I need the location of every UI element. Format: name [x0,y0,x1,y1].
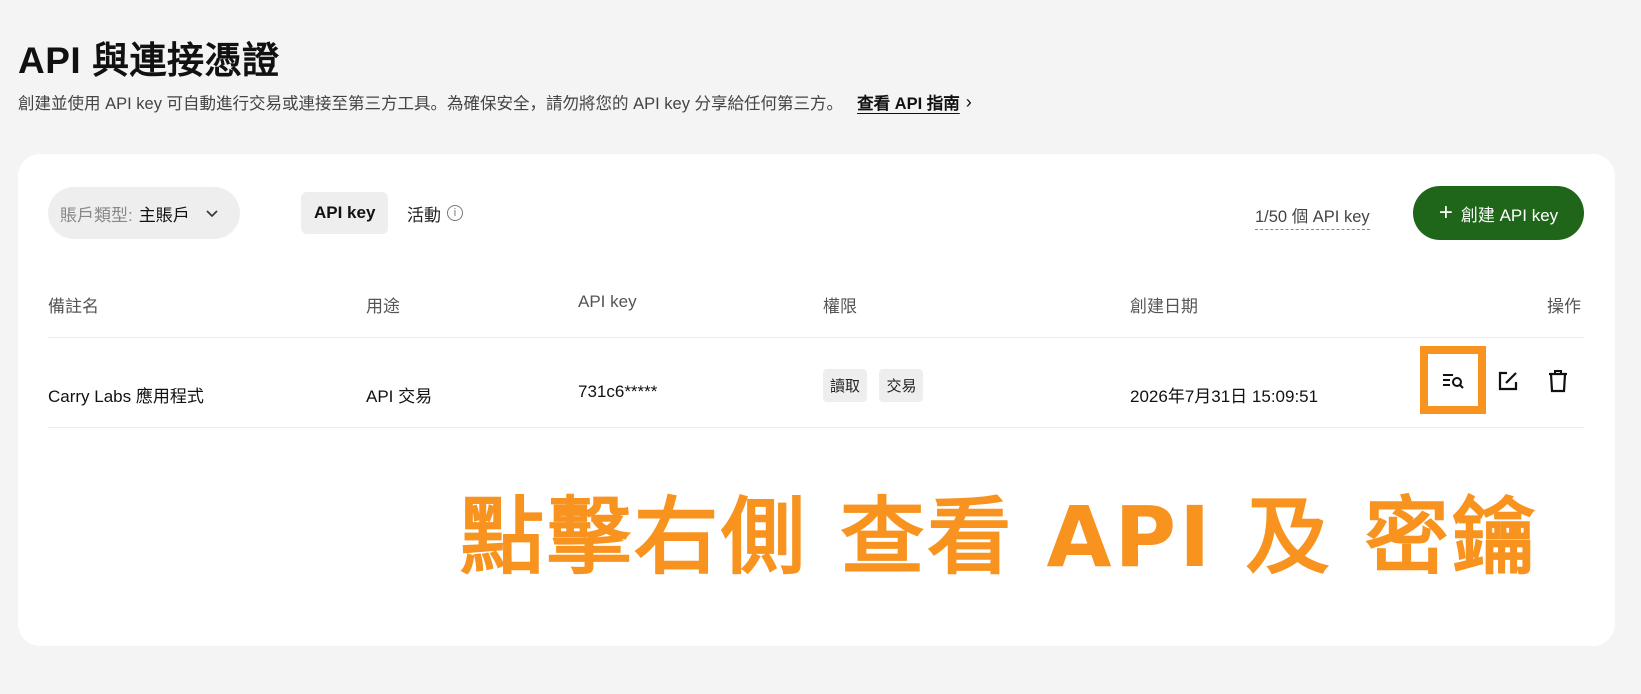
column-header-actions: 操作 [1547,297,1581,316]
page-description-row: 創建並使用 API key 可自動進行交易或連接至第三方工具。為確保安全，請勿將… [18,90,972,114]
row-divider [48,427,1584,428]
api-key-quota[interactable]: 1/50 個 API key [1255,203,1370,230]
chevron-down-icon [206,210,218,218]
account-type-select[interactable]: 賬戶類型: 主賬戶 [48,187,240,239]
tutorial-annotation: 點擊右側 查看 API 及 密鑰 [460,488,1539,586]
permission-badge-trade: 交易 [879,369,924,402]
page-title: API 與連接憑證 [18,40,280,81]
column-header-name: 備註名 [48,297,99,316]
row-api-key: 731c6***** [578,382,658,401]
edit-icon[interactable] [1495,368,1521,394]
row-created-date: 2026年7月31日 15:09:51 [1130,387,1319,406]
permission-badge-read: 讀取 [823,369,868,402]
api-guide-link[interactable]: 查看 API 指南 [857,90,960,114]
tab-activity[interactable]: 活動 i [407,192,463,234]
chevron-right-icon: › [965,91,972,112]
row-name: Carry Labs 應用程式 [48,387,204,406]
tab-activity-label: 活動 [407,205,441,225]
tab-api-key[interactable]: API key [301,192,389,234]
view-api-key-button[interactable] [1420,346,1486,414]
column-header-created: 創建日期 [1130,297,1198,316]
create-api-key-label: 創建 API key [1460,205,1559,225]
account-type-label: 賬戶類型: [60,205,133,225]
info-icon[interactable]: i [447,205,463,221]
page-description: 創建並使用 API key 可自動進行交易或連接至第三方工具。為確保安全，請勿將… [18,95,844,113]
column-header-permissions: 權限 [823,297,857,316]
plus-icon: + [1438,199,1453,226]
row-purpose: API 交易 [366,387,433,406]
column-header-purpose: 用途 [366,297,400,316]
column-header-api-key: API key [578,292,637,311]
account-type-value: 主賬戶 [138,205,190,225]
row-permissions: 讀取 交易 [823,369,931,402]
delete-icon[interactable] [1545,368,1571,394]
create-api-key-button[interactable]: + 創建 API key [1413,186,1584,240]
view-details-icon [1443,374,1464,389]
header-divider [48,337,1584,338]
